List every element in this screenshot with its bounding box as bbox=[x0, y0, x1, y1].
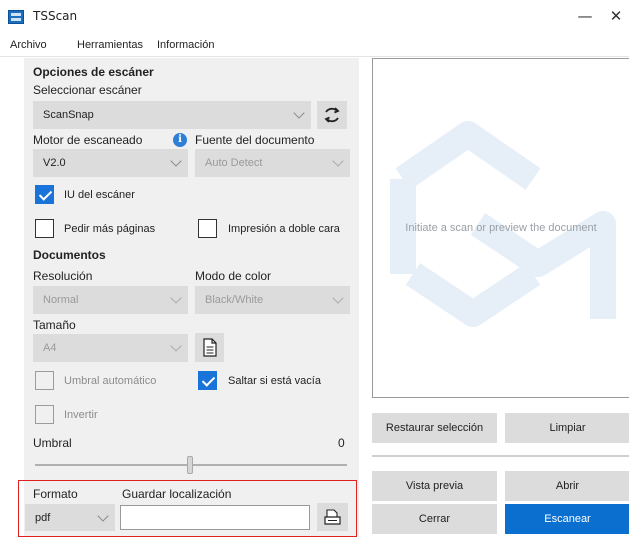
scanner-select[interactable]: ScanSnap bbox=[33, 101, 311, 129]
scanner-ui-checkbox[interactable] bbox=[35, 185, 54, 204]
select-scanner-label: Seleccionar escáner bbox=[33, 83, 142, 97]
scan-button[interactable]: Escanear bbox=[505, 504, 629, 534]
info-icon[interactable]: i bbox=[173, 133, 187, 147]
invert-checkbox[interactable] bbox=[35, 405, 54, 424]
threshold-label: Umbral bbox=[33, 436, 72, 450]
close-button[interactable]: Cerrar bbox=[372, 504, 497, 534]
document-source-label: Fuente del documento bbox=[195, 133, 315, 147]
engine-select[interactable]: V2.0 bbox=[33, 149, 188, 177]
engine-label: Motor de escaneado bbox=[33, 133, 143, 147]
preview-area[interactable]: Initiate a scan or preview the document bbox=[372, 58, 629, 398]
document-source-select[interactable]: Auto Detect bbox=[195, 149, 350, 177]
auto-threshold-checkbox[interactable] bbox=[35, 371, 54, 390]
chevron-down-icon bbox=[293, 107, 305, 119]
resolution-label: Resolución bbox=[33, 269, 93, 283]
format-select[interactable]: pdf bbox=[25, 504, 115, 531]
chevron-down-icon bbox=[332, 155, 344, 167]
title-bar: TSScan — ✕ bbox=[0, 0, 629, 34]
minimize-button[interactable]: — bbox=[565, 4, 605, 28]
browse-location-button[interactable] bbox=[317, 503, 348, 531]
invert-label: Invertir bbox=[64, 409, 98, 421]
skip-blank-checkbox[interactable] bbox=[198, 371, 217, 390]
save-location-input[interactable] bbox=[120, 505, 310, 530]
threshold-value: 0 bbox=[338, 436, 345, 450]
more-pages-checkbox[interactable] bbox=[35, 219, 54, 238]
chevron-down-icon bbox=[170, 155, 182, 167]
color-mode-label: Modo de color bbox=[195, 269, 272, 283]
refresh-scanners-button[interactable] bbox=[317, 101, 347, 129]
chevron-down-icon bbox=[170, 292, 182, 304]
scanner-select-value: ScanSnap bbox=[43, 109, 94, 121]
format-label: Formato bbox=[33, 487, 78, 501]
auto-threshold-label: Umbral automático bbox=[64, 375, 157, 387]
app-icon bbox=[8, 10, 24, 24]
scanner-ui-label: IU del escáner bbox=[64, 189, 135, 201]
duplex-label: Impresión a doble cara bbox=[228, 223, 340, 235]
engine-select-value: V2.0 bbox=[43, 157, 66, 169]
color-mode-value: Black/White bbox=[205, 294, 264, 306]
save-icon bbox=[324, 509, 341, 525]
chevron-down-icon bbox=[332, 292, 344, 304]
more-pages-label: Pedir más páginas bbox=[64, 223, 156, 235]
page-size-button[interactable] bbox=[195, 333, 224, 362]
skip-blank-label: Saltar si está vacía bbox=[228, 375, 321, 387]
preview-placeholder: Initiate a scan or preview the document bbox=[405, 222, 597, 234]
size-label: Tamaño bbox=[33, 318, 76, 332]
restore-selection-button[interactable]: Restaurar selección bbox=[372, 413, 497, 443]
chevron-down-icon bbox=[97, 510, 109, 522]
close-window-button[interactable]: ✕ bbox=[603, 4, 629, 28]
documents-heading: Documentos bbox=[33, 248, 106, 262]
open-button[interactable]: Abrir bbox=[505, 471, 629, 501]
document-source-value: Auto Detect bbox=[205, 157, 263, 169]
color-mode-select[interactable]: Black/White bbox=[195, 286, 350, 314]
threshold-slider-thumb[interactable] bbox=[187, 456, 193, 474]
save-location-label: Guardar localización bbox=[122, 487, 232, 501]
chevron-down-icon bbox=[170, 340, 182, 352]
preview-button[interactable]: Vista previa bbox=[372, 471, 497, 501]
scanner-options-heading: Opciones de escáner bbox=[33, 65, 154, 79]
refresh-icon bbox=[324, 107, 340, 123]
menu-archivo[interactable]: Archivo bbox=[10, 39, 47, 51]
button-divider bbox=[372, 455, 629, 457]
menu-herramientas[interactable]: Herramientas bbox=[77, 39, 143, 51]
document-icon bbox=[203, 338, 217, 357]
clear-button[interactable]: Limpiar bbox=[505, 413, 629, 443]
resolution-value: Normal bbox=[43, 294, 79, 306]
window-title: TSScan bbox=[33, 9, 78, 23]
size-value: A4 bbox=[43, 342, 57, 354]
size-select[interactable]: A4 bbox=[33, 334, 188, 362]
format-value: pdf bbox=[35, 512, 51, 524]
duplex-checkbox[interactable] bbox=[198, 219, 217, 238]
menu-bar: Archivo Herramientas Información bbox=[0, 35, 629, 57]
menu-informacion[interactable]: Información bbox=[157, 39, 214, 51]
resolution-select[interactable]: Normal bbox=[33, 286, 188, 314]
